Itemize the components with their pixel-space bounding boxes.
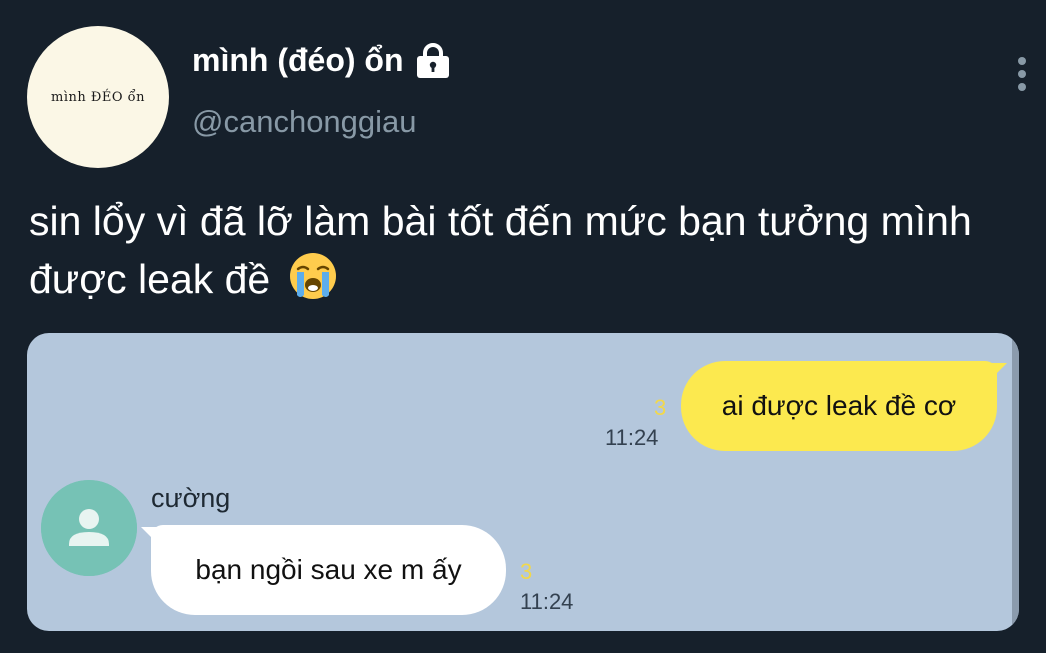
- incoming-message-count: 3: [520, 559, 533, 584]
- display-name[interactable]: mình (đéo) ổn: [192, 42, 404, 79]
- outgoing-message-bubble[interactable]: ai được leak đề cơ: [681, 361, 997, 451]
- person-icon[interactable]: [41, 480, 137, 576]
- chat-screenshot-image[interactable]: 3 11:24 ai được leak đề cơ cường bạn ngồ…: [27, 333, 1019, 631]
- contact-name: cường: [151, 483, 231, 513]
- outgoing-message-count: 3: [654, 395, 667, 420]
- lock-icon: [416, 42, 449, 78]
- incoming-message-bubble[interactable]: bạn ngồi sau xe m ấy: [151, 525, 506, 615]
- tweet-text-body: sin lổy vì đã lỡ làm bài tốt đến mức bạn…: [29, 198, 972, 302]
- username-handle[interactable]: @canchonggiau: [192, 104, 417, 140]
- tweet-text: sin lổy vì đã lỡ làm bài tốt đến mức bạn…: [29, 192, 1019, 308]
- loudly-crying-face-emoji: [289, 253, 336, 299]
- display-name-row: mình (đéo) ổn: [192, 42, 452, 79]
- outgoing-message-time: 11:24: [605, 425, 659, 450]
- profile-avatar[interactable]: mình ĐÉO ổn: [27, 26, 169, 168]
- outgoing-message-text: ai được leak đề cơ: [721, 390, 957, 421]
- chat-scrollbar: [1012, 333, 1019, 631]
- incoming-message-text: bạn ngồi sau xe m ấy: [195, 554, 462, 585]
- more-options-icon[interactable]: [1013, 56, 1031, 92]
- incoming-message-time: 11:24: [520, 589, 574, 614]
- avatar-text: mình ĐÉO ổn: [51, 89, 145, 105]
